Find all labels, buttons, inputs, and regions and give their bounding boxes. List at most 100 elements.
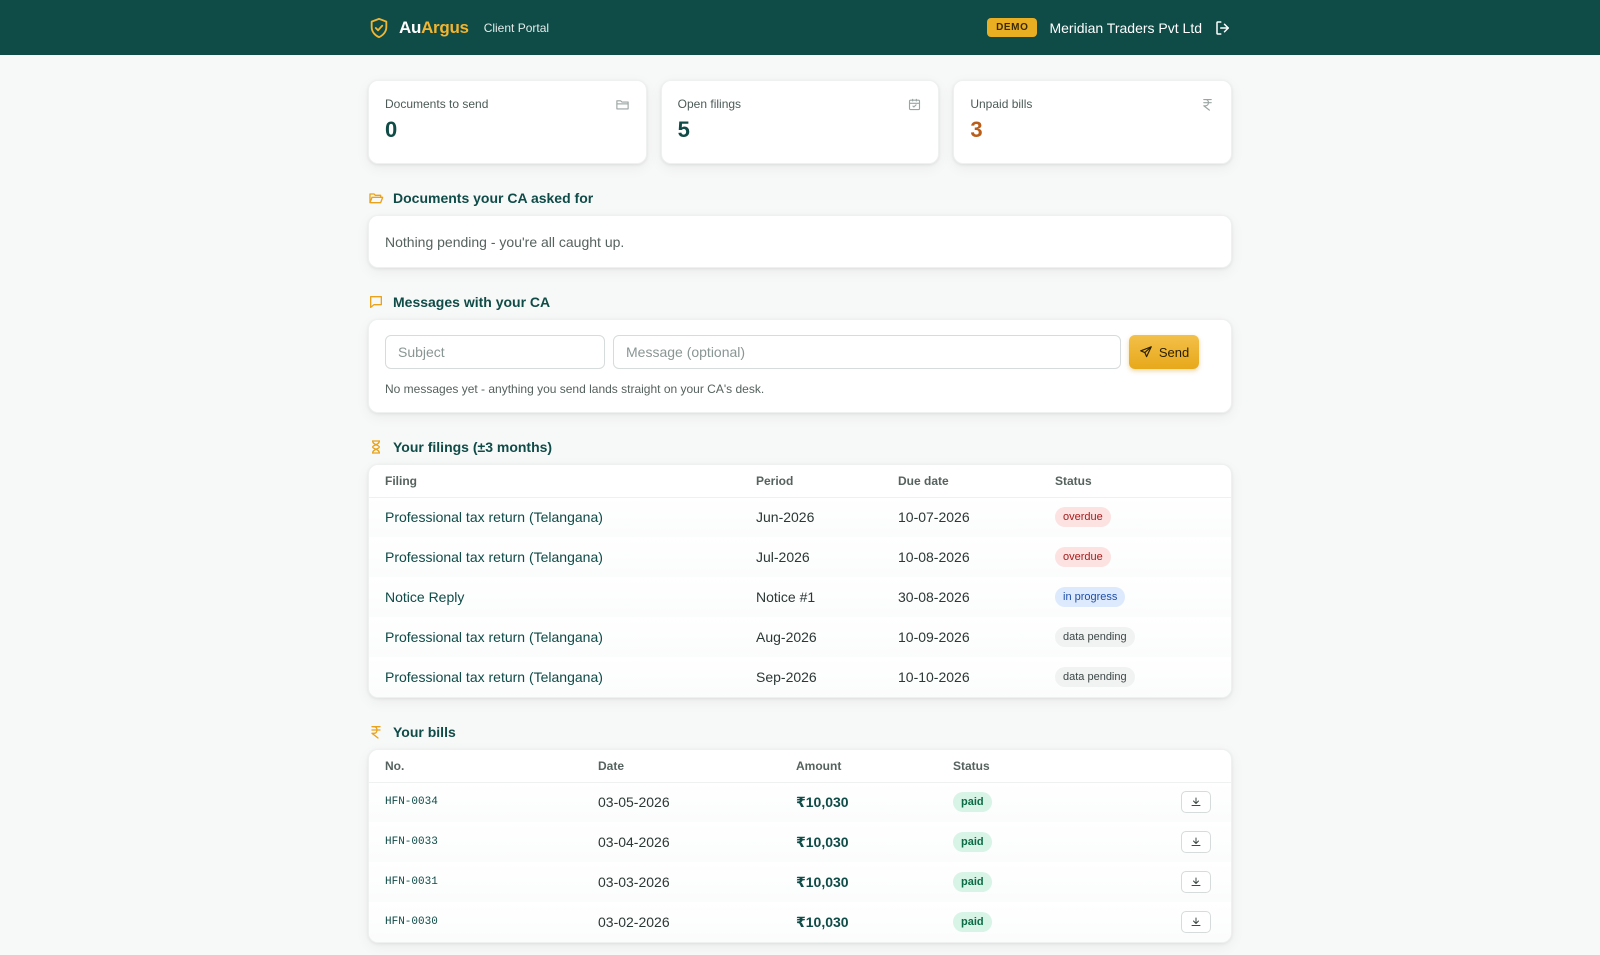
download-icon (1191, 877, 1201, 886)
column-header: Status (937, 750, 1165, 783)
status-badge: data pending (1055, 667, 1135, 687)
documents-card: Nothing pending - you're all caught up. (368, 215, 1232, 268)
rupee-icon (368, 724, 384, 740)
status-badge: paid (953, 792, 992, 813)
table-row[interactable]: Professional tax return (Telangana) Jun-… (369, 497, 1231, 537)
stats-row: Documents to send 0 Open filings 5 Unpai… (368, 80, 1233, 164)
filing-period: Sep-2026 (756, 669, 817, 685)
filing-name[interactable]: Professional tax return (Telangana) (369, 537, 740, 577)
status-badge: paid (953, 872, 992, 892)
table-row: HFN-0034 03-05-2026 ₹10,030 paid (369, 782, 1231, 822)
folder-icon (615, 97, 630, 112)
download-button[interactable] (1181, 871, 1211, 893)
stat-value: 3 (970, 117, 983, 142)
filing-period: Aug-2026 (756, 629, 817, 645)
main-content: Documents to send 0 Open filings 5 Unpai… (368, 80, 1233, 943)
status-badge: paid (953, 912, 992, 932)
download-icon (1191, 837, 1201, 846)
filings-heading: Your filings (±3 months) (368, 439, 1232, 455)
stat-bills: Unpaid bills 3 (953, 80, 1233, 164)
messages-card: Send No messages yet - anything you send… (368, 319, 1232, 413)
bill-amount: ₹10,030 (796, 793, 849, 810)
filings-table-card: Filing Period Due date Status Profession… (368, 464, 1232, 698)
top-bar: AuArgus Client Portal DEMO Meridian Trad… (0, 0, 1600, 55)
messages-title: Messages with your CA (393, 294, 551, 310)
bill-amount: ₹10,030 (796, 873, 849, 890)
download-icon (1191, 917, 1201, 926)
filing-name[interactable]: Notice Reply (369, 577, 740, 617)
table-row[interactable]: Professional tax return (Telangana) Jul-… (369, 537, 1231, 577)
folder-open-icon (368, 190, 384, 206)
message-input[interactable] (613, 335, 1121, 369)
chat-icon (368, 294, 384, 310)
table-row: HFN-0030 03-02-2026 ₹10,030 paid (369, 902, 1231, 942)
column-header: Due date (882, 465, 1039, 498)
subject-input[interactable] (385, 335, 605, 369)
filing-period: Jul-2026 (756, 549, 810, 565)
documents-title: Documents your CA asked for (393, 190, 594, 206)
download-icon (1191, 797, 1201, 807)
filings-table: Filing Period Due date Status Profession… (369, 465, 1231, 697)
table-row: HFN-0031 03-03-2026 ₹10,030 paid (369, 862, 1231, 902)
portal-label: Client Portal (483, 20, 550, 35)
bill-number: HFN-0030 (385, 916, 438, 928)
bill-date: 03-03-2026 (598, 874, 670, 890)
calendar-icon (907, 97, 922, 112)
bills-title: Your bills (393, 724, 456, 740)
send-icon (1139, 345, 1153, 359)
bill-date: 03-04-2026 (598, 834, 670, 850)
table-row[interactable]: Professional tax return (Telangana) Aug-… (369, 617, 1231, 657)
status-badge: paid (953, 832, 992, 852)
table-row: HFN-0033 03-04-2026 ₹10,030 paid (369, 822, 1231, 862)
filing-name[interactable]: Professional tax return (Telangana) (369, 617, 740, 657)
bill-number: HFN-0033 (385, 836, 438, 848)
filing-due-date: 10-09-2026 (898, 629, 970, 645)
documents-empty-text: Nothing pending - you're all caught up. (385, 234, 625, 250)
bill-date: 03-05-2026 (598, 794, 670, 811)
stat-label: Documents to send (385, 97, 489, 111)
stat-value: 0 (385, 117, 398, 142)
hourglass-icon (368, 439, 384, 455)
column-header: Status (1039, 465, 1231, 498)
filing-name[interactable]: Professional tax return (Telangana) (369, 497, 740, 537)
filing-period: Jun-2026 (756, 509, 815, 526)
download-button[interactable] (1181, 791, 1211, 814)
filing-due-date: 10-07-2026 (898, 509, 970, 526)
logout-icon[interactable] (1214, 19, 1232, 37)
table-row[interactable]: Notice Reply Notice #1 30-08-2026 in pro… (369, 577, 1231, 617)
stat-documents: Documents to send 0 (368, 80, 647, 164)
download-button[interactable] (1181, 911, 1211, 933)
column-header: Amount (780, 750, 937, 783)
column-header: Period (740, 465, 882, 498)
company-name: Meridian Traders Pvt Ltd (1049, 19, 1202, 36)
bills-table: No. Date Amount Status HFN-0034 03-05-20… (369, 750, 1231, 942)
status-badge: overdue (1055, 547, 1111, 567)
brand[interactable]: AuArgus Client Portal (368, 17, 549, 39)
brand-name: AuArgus (399, 17, 469, 37)
column-header: Filing (369, 465, 740, 498)
stat-value: 5 (677, 117, 690, 142)
bill-number: HFN-0034 (385, 796, 438, 809)
bill-date: 03-02-2026 (598, 914, 670, 930)
stat-label: Open filings (677, 97, 742, 111)
download-button[interactable] (1181, 831, 1211, 853)
send-label: Send (1158, 344, 1190, 360)
bills-heading: Your bills (368, 724, 1232, 740)
demo-badge: DEMO (987, 18, 1038, 37)
status-badge: data pending (1055, 627, 1135, 647)
filing-name[interactable]: Professional tax return (Telangana) (369, 657, 740, 697)
bill-amount: ₹10,030 (796, 833, 849, 850)
send-button[interactable]: Send (1129, 335, 1199, 369)
rupee-icon (1200, 97, 1215, 112)
documents-heading: Documents your CA asked for (368, 190, 1232, 206)
filing-due-date: 10-10-2026 (898, 669, 970, 685)
messages-heading: Messages with your CA (368, 294, 1232, 310)
filings-title: Your filings (±3 months) (393, 439, 553, 455)
bills-table-card: No. Date Amount Status HFN-0034 03-05-20… (368, 749, 1232, 943)
status-badge: in progress (1055, 587, 1126, 607)
table-row[interactable]: Professional tax return (Telangana) Sep-… (369, 657, 1231, 697)
bill-number: HFN-0031 (385, 876, 438, 888)
bill-amount: ₹10,030 (796, 913, 849, 930)
stat-filings: Open filings 5 (660, 80, 940, 164)
filing-due-date: 10-08-2026 (898, 549, 970, 565)
